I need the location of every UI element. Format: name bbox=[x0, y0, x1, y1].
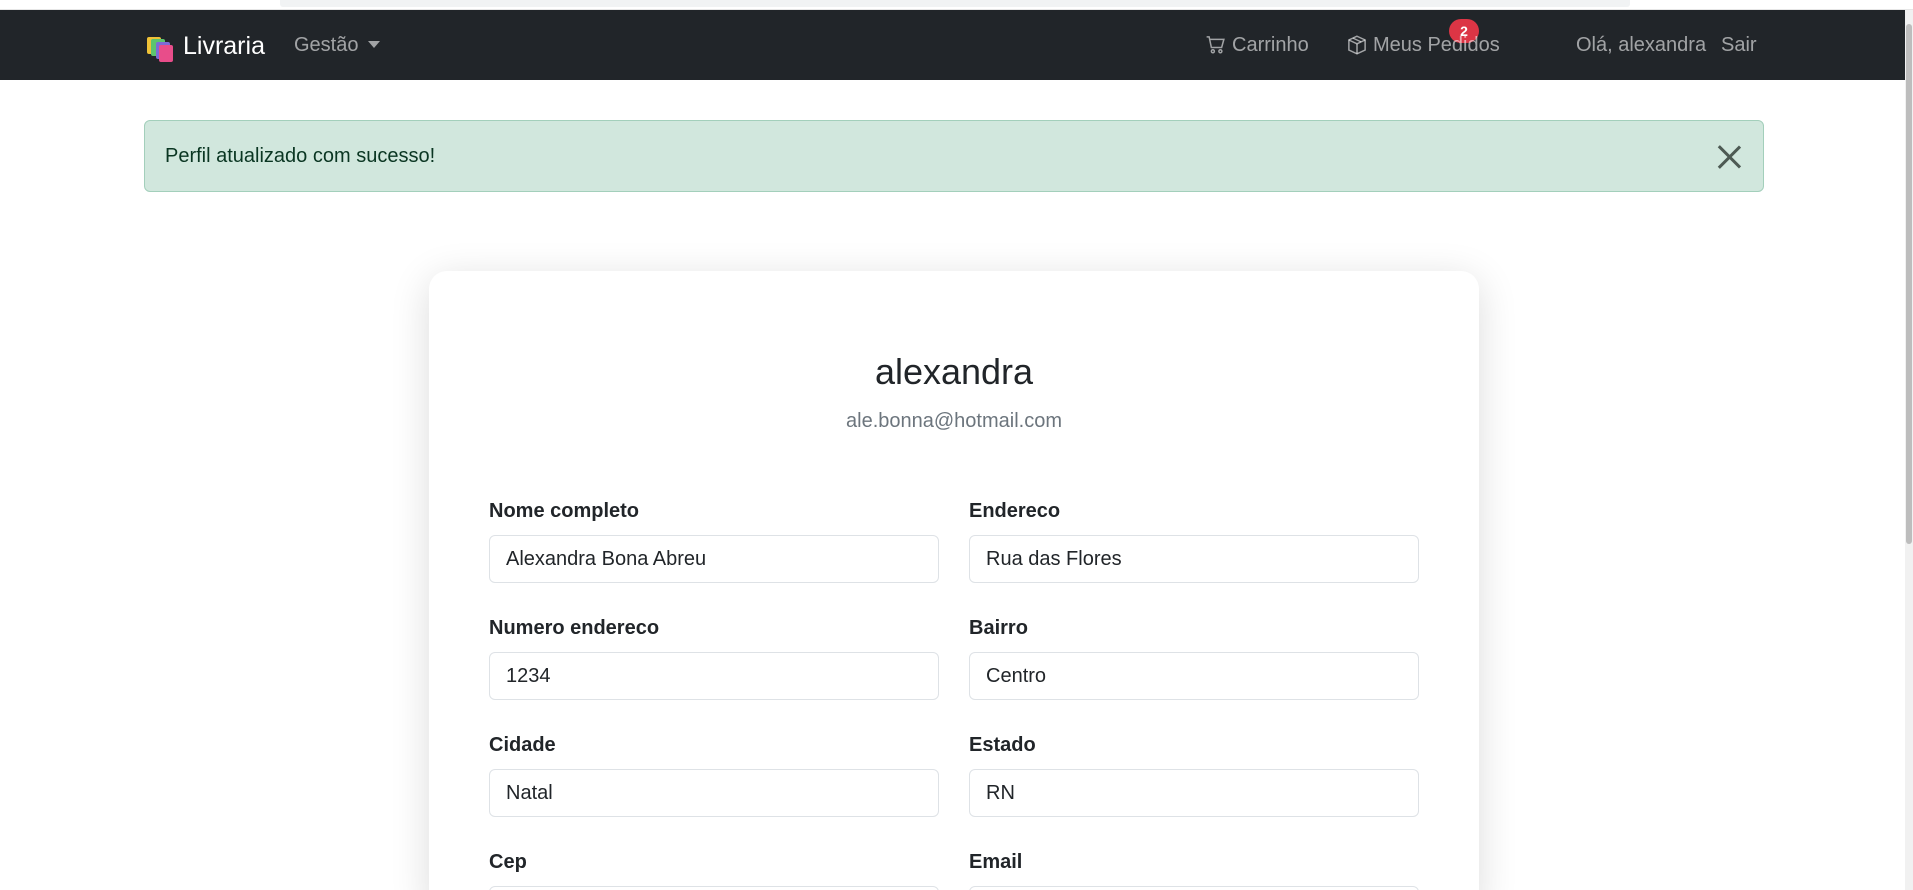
cart-icon bbox=[1206, 35, 1226, 55]
brand-link[interactable]: Livraria bbox=[144, 32, 265, 62]
management-dropdown[interactable]: Gestão bbox=[294, 10, 381, 80]
browser-tab-strip bbox=[0, 0, 1913, 10]
cart-link[interactable]: Carrinho bbox=[1206, 10, 1309, 80]
success-alert: Perfil atualizado com sucesso! bbox=[144, 120, 1764, 192]
address-number-input[interactable] bbox=[489, 652, 939, 700]
profile-email: ale.bonna@hotmail.com bbox=[846, 410, 1062, 432]
close-icon[interactable] bbox=[1715, 143, 1743, 171]
neighborhood-field: Bairro bbox=[969, 616, 1419, 700]
email-field: Email bbox=[969, 850, 1419, 890]
browser-tab-line bbox=[280, 0, 1630, 7]
address-number-label: Numero endereco bbox=[489, 617, 660, 639]
user-greeting[interactable]: Olá, alexandra bbox=[1576, 10, 1706, 80]
neighborhood-label: Bairro bbox=[969, 617, 1028, 639]
full-name-field: Nome completo bbox=[489, 499, 939, 583]
books-logo-icon bbox=[144, 34, 174, 62]
caret-down-icon bbox=[368, 40, 381, 48]
logout-label: Sair bbox=[1721, 33, 1757, 56]
address-label: Endereco bbox=[969, 500, 1061, 522]
navbar-inner: Livraria Gestão Carrinho 2 Meus Pedidos … bbox=[144, 10, 1764, 80]
full-name-label: Nome completo bbox=[489, 500, 640, 522]
state-input[interactable] bbox=[969, 769, 1419, 817]
zip-input[interactable] bbox=[489, 886, 939, 890]
brand-label: Livraria bbox=[183, 32, 265, 60]
state-label: Estado bbox=[969, 734, 1036, 756]
alert-message: Perfil atualizado com sucesso! bbox=[165, 144, 436, 167]
city-label: Cidade bbox=[489, 734, 556, 756]
orders-label: Meus Pedidos bbox=[1373, 33, 1500, 56]
scrollbar-thumb[interactable] bbox=[1906, 24, 1912, 544]
greeting-label: Olá, alexandra bbox=[1576, 33, 1707, 56]
city-input[interactable] bbox=[489, 769, 939, 817]
address-field: Endereco bbox=[969, 499, 1419, 583]
zip-field: Cep bbox=[489, 850, 939, 890]
profile-username: alexandra bbox=[874, 351, 1034, 392]
neighborhood-input[interactable] bbox=[969, 652, 1419, 700]
cart-label: Carrinho bbox=[1232, 33, 1309, 56]
email-input[interactable] bbox=[969, 886, 1419, 890]
address-number-field: Numero endereco bbox=[489, 616, 939, 700]
email-label: Email bbox=[969, 851, 1023, 873]
address-input[interactable] bbox=[969, 535, 1419, 583]
city-field: Cidade bbox=[489, 733, 939, 817]
full-name-input[interactable] bbox=[489, 535, 939, 583]
state-field: Estado bbox=[969, 733, 1419, 817]
box-icon bbox=[1347, 35, 1367, 55]
management-label: Gestão bbox=[294, 33, 359, 56]
profile-card: alexandra ale.bonna@hotmail.com Nome com… bbox=[429, 271, 1479, 890]
orders-link[interactable]: Meus Pedidos bbox=[1347, 10, 1500, 80]
top-navbar: Livraria Gestão Carrinho 2 Meus Pedidos … bbox=[0, 10, 1913, 80]
zip-label: Cep bbox=[489, 851, 527, 873]
logout-link[interactable]: Sair bbox=[1721, 10, 1757, 80]
page-scrollbar[interactable] bbox=[1905, 10, 1913, 890]
